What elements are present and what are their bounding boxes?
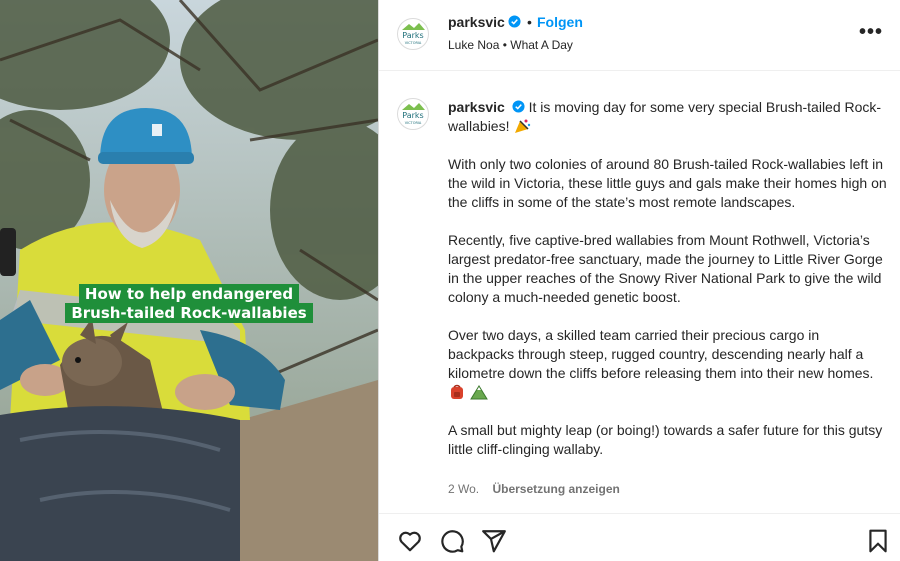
caption-paragraph-4: Over two days, a skilled team carried th… (448, 327, 874, 381)
post-details-pane: Parks VICTORIA parksvic • Folgen Luke No… (378, 0, 900, 561)
share-button[interactable] (481, 528, 507, 554)
follow-button[interactable]: Folgen (537, 14, 583, 30)
reel-scene-illustration (0, 0, 378, 561)
video-caption-2: Brush-tailed Rock-wallabies (0, 303, 378, 323)
save-button[interactable] (865, 528, 891, 554)
post-time[interactable]: 2 Wo. (448, 482, 479, 496)
post-header: Parks VICTORIA parksvic • Folgen Luke No… (379, 0, 900, 71)
caption-paragraph-5: A small but mighty leap (or boing!) towa… (448, 422, 883, 457)
comment-icon (441, 530, 464, 553)
mountain-icon (469, 385, 488, 400)
comment-button[interactable] (439, 528, 465, 554)
svg-text:Parks: Parks (402, 111, 423, 120)
svg-text:Parks: Parks (402, 31, 423, 40)
party-popper-icon (515, 119, 531, 133)
share-icon (482, 530, 506, 553)
svg-text:VICTORIA: VICTORIA (405, 41, 422, 45)
verified-badge-icon (508, 15, 521, 28)
caption-paragraph-2: With only two colonies of around 80 Brus… (448, 156, 887, 210)
bookmark-icon (869, 529, 887, 553)
post-caption: parksvic It is moving day for some very … (448, 98, 888, 478)
caption-line-1: How to help endangered (78, 284, 300, 304)
caption-username[interactable]: parksvic (448, 99, 505, 115)
more-options-icon[interactable]: ••• (859, 22, 883, 42)
separator-dot: • (527, 14, 532, 30)
avatar[interactable]: Parks VICTORIA (397, 18, 429, 50)
like-button[interactable] (397, 528, 423, 554)
parks-victoria-logo: Parks VICTORIA (402, 23, 425, 45)
caption-area: Parks VICTORIA parksvic It is moving day… (379, 72, 900, 512)
caption-avatar[interactable]: Parks VICTORIA (397, 98, 429, 130)
backpack-icon (451, 384, 463, 399)
caption-paragraph-3: Recently, five captive-bred wallabies fr… (448, 232, 883, 305)
header-username[interactable]: parksvic (448, 14, 521, 30)
verified-badge-icon (512, 100, 525, 113)
audio-info[interactable]: Luke Noa • What A Day (448, 38, 573, 52)
header-username-text: parksvic (448, 14, 505, 30)
action-bar (379, 513, 900, 561)
translate-button[interactable]: Übersetzung anzeigen (492, 482, 619, 496)
post-meta: 2 Wo. Übersetzung anzeigen (448, 482, 620, 496)
svg-text:VICTORIA: VICTORIA (405, 121, 422, 125)
caption-line-2: Brush-tailed Rock-wallabies (65, 303, 313, 323)
video-caption: How to help endangered (0, 284, 378, 304)
parks-victoria-logo: Parks VICTORIA (402, 103, 425, 125)
heart-icon (399, 531, 421, 552)
reel-video[interactable]: How to help endangered Brush-tailed Rock… (0, 0, 378, 561)
